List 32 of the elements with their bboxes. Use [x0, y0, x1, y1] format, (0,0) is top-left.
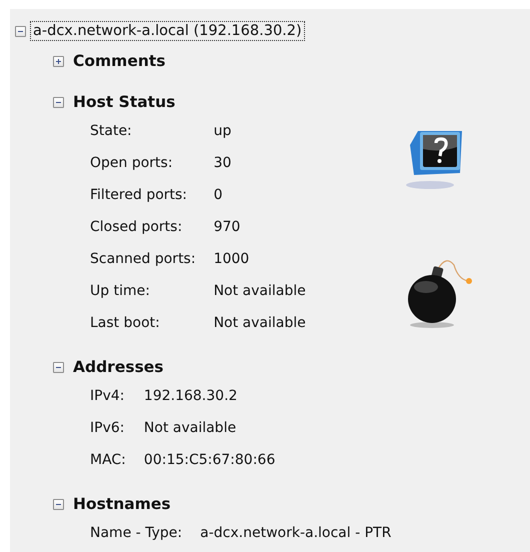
collapse-toggle-icon[interactable]	[53, 96, 64, 108]
field-label: Scanned ports:	[90, 251, 196, 267]
field-value: Not available	[144, 420, 238, 436]
field-label: Last boot:	[90, 315, 161, 331]
collapse-toggle-icon[interactable]	[53, 362, 64, 372]
field-value: 00:15:C5:67:80:66	[144, 452, 276, 468]
field-value: 1000	[214, 251, 250, 267]
collapse-toggle-icon[interactable]	[15, 26, 26, 36]
field-label: Filtered ports:	[90, 187, 188, 203]
field-value: Not available	[214, 315, 306, 331]
field-value: 192.168.30.2	[144, 388, 238, 404]
field-label: MAC:	[90, 452, 126, 468]
field-label: State:	[90, 123, 133, 139]
section-title: Addresses	[73, 358, 164, 376]
field-label: Closed ports:	[90, 219, 184, 235]
field-value: 0	[214, 187, 224, 203]
field-value: a-dcx.network-a.local - PTR	[200, 525, 392, 541]
field-label: IPv4:	[90, 388, 126, 404]
field-label: Name - Type:	[90, 525, 182, 541]
section-title: Comments	[73, 52, 166, 70]
collapse-toggle-icon[interactable]	[53, 498, 64, 510]
field-value: Not available	[214, 283, 306, 299]
expand-toggle-icon[interactable]	[53, 56, 64, 66]
host-node[interactable]: a-dcx.network-a.local (192.168.30.2)	[30, 21, 305, 41]
field-label: Open ports:	[90, 155, 174, 171]
field-label: IPv6:	[90, 420, 126, 436]
field-value: 970	[214, 219, 242, 235]
field-value: up	[214, 123, 232, 139]
field-value: 30	[214, 155, 232, 171]
section-title: Hostnames	[73, 495, 171, 513]
section-title: Host Status	[73, 93, 176, 111]
field-label: Up time:	[90, 283, 151, 299]
